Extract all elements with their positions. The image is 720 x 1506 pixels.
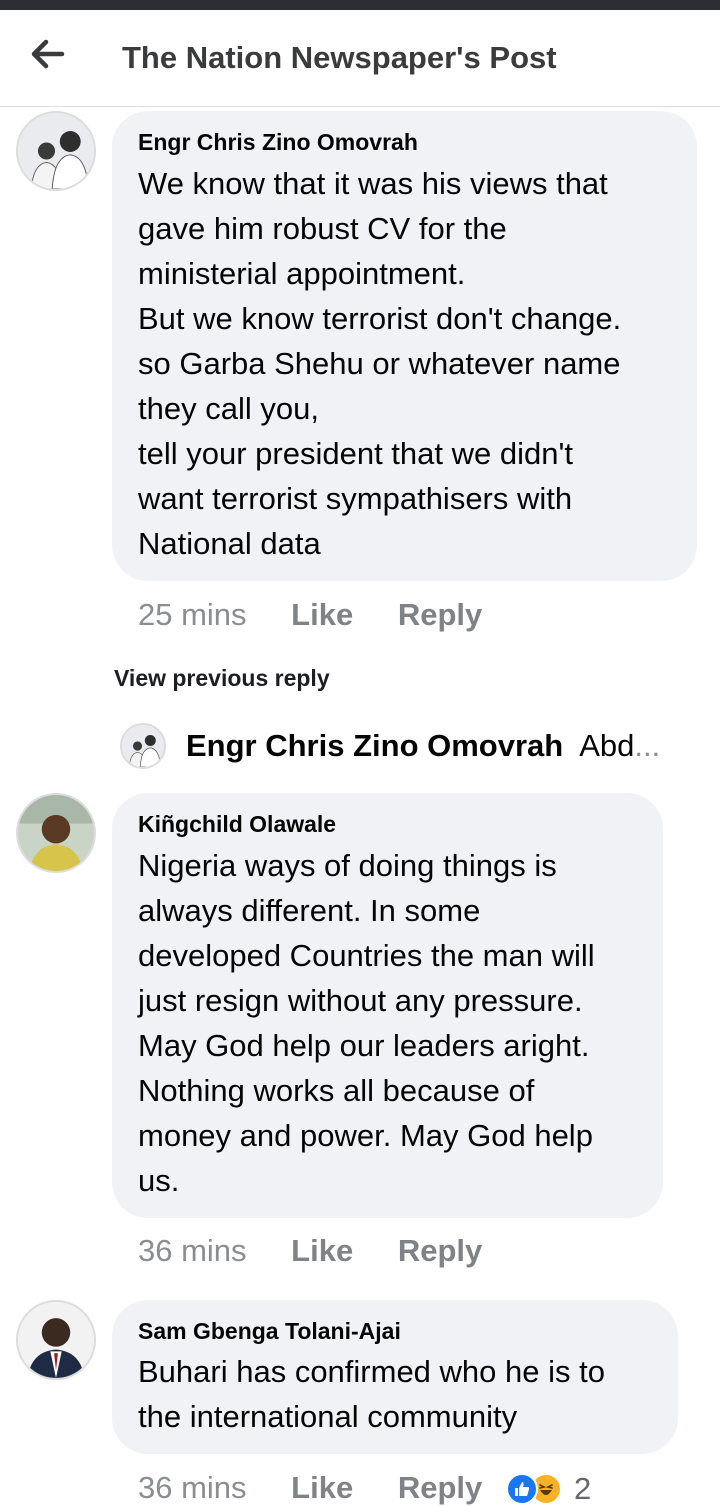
reaction-count: 2 <box>574 1471 592 1506</box>
avatar[interactable] <box>120 723 166 769</box>
reply-author[interactable]: Engr Chris Zino Omovrah <box>186 728 563 764</box>
avatar[interactable] <box>16 111 96 191</box>
comment-text: Buhari has confirmed who he is to the in… <box>138 1354 605 1434</box>
comment-meta: 36 mins Like Reply <box>138 1233 482 1269</box>
back-button[interactable] <box>22 32 74 76</box>
status-bar <box>0 0 720 10</box>
comment-time: 36 mins <box>138 1470 247 1505</box>
comment-time: 25 mins <box>138 597 247 632</box>
reply-button[interactable]: Reply <box>398 1470 482 1505</box>
reply-preview-row[interactable]: Engr Chris Zino Omovrah Abd ... <box>120 720 680 772</box>
like-button[interactable]: Like <box>291 1233 353 1268</box>
reply-ellipsis: ... <box>634 728 661 763</box>
like-reaction-icon <box>506 1473 538 1505</box>
post-header: The Nation Newspaper's Post <box>0 10 720 107</box>
avatar[interactable] <box>16 1300 96 1380</box>
comment-meta: 36 mins Like Reply <box>138 1470 482 1506</box>
comment-author[interactable]: Kiñgchild Olawale <box>138 811 336 838</box>
comment-meta: 25 mins Like Reply <box>138 597 482 633</box>
like-button[interactable]: Like <box>291 597 353 632</box>
reply-button[interactable]: Reply <box>398 1233 482 1268</box>
comment-author[interactable]: Sam Gbenga Tolani-Ajai <box>138 1318 401 1345</box>
comment-time: 36 mins <box>138 1233 247 1268</box>
comment-text: Nigeria ways of doing things is always d… <box>138 848 595 1198</box>
arrow-left-icon <box>31 39 65 69</box>
view-previous-reply-link[interactable]: View previous reply <box>114 665 330 692</box>
reply-preview-text: Abd <box>579 728 635 763</box>
comment-author[interactable]: Engr Chris Zino Omovrah <box>138 129 418 156</box>
avatar[interactable] <box>16 793 96 873</box>
like-button[interactable]: Like <box>291 1470 353 1505</box>
comment-text: We know that it was his views that gave … <box>138 166 622 561</box>
reply-button[interactable]: Reply <box>398 597 482 632</box>
reaction-summary[interactable]: 2 <box>506 1471 592 1506</box>
page-title: The Nation Newspaper's Post <box>122 40 557 75</box>
